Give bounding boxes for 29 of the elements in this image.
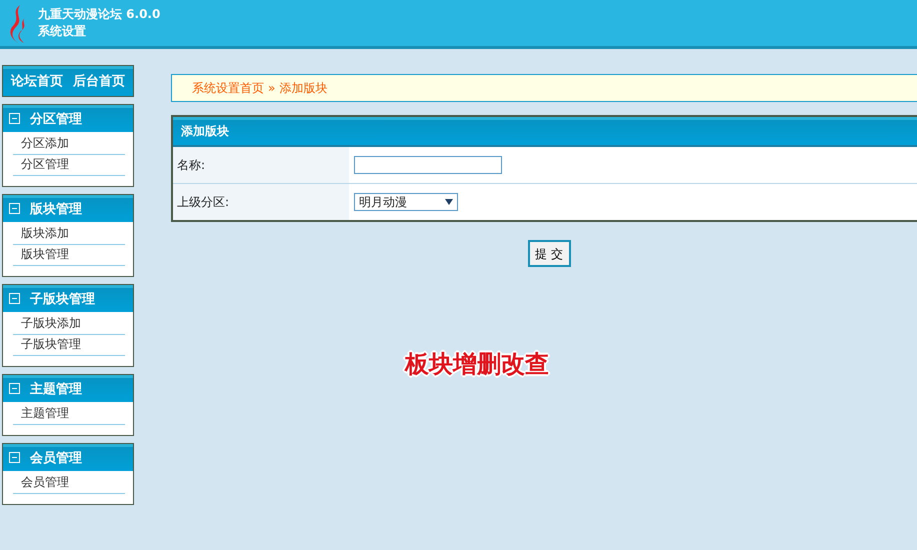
breadcrumb-separator: »	[268, 81, 276, 95]
field-label: 上级分区:	[177, 194, 230, 210]
menu-title: 主题管理	[30, 380, 82, 398]
caret-icon	[445, 199, 453, 205]
menu-item[interactable]: 版块管理	[13, 245, 125, 266]
menu-title: 会员管理	[30, 450, 82, 466]
collapse-icon[interactable]	[9, 452, 20, 463]
collapse-icon[interactable]	[9, 383, 20, 394]
menu-item[interactable]: 子版块管理	[13, 335, 125, 356]
menu-item[interactable]: 分区管理	[13, 155, 125, 176]
collapse-icon[interactable]	[9, 113, 20, 124]
submit-button[interactable]: 提 交	[528, 240, 570, 267]
form-title: 添加版块	[181, 122, 229, 140]
menu-item[interactable]: 会员管理	[13, 473, 125, 494]
menu-item[interactable]: 子版块添加	[13, 314, 125, 335]
menu-item[interactable]: 分区添加	[13, 134, 125, 155]
menu-item[interactable]: 主题管理	[13, 404, 125, 425]
menu-title: 分区管理	[30, 110, 82, 128]
menu-item[interactable]: 版块添加	[13, 224, 125, 245]
caption-text: 板块增删改查	[405, 349, 549, 380]
page-subtitle: 系统设置	[38, 23, 87, 40]
menu-title: 版块管理	[30, 200, 82, 218]
menu-title: 子版块管理	[30, 290, 95, 308]
name-input[interactable]	[354, 156, 502, 174]
field-label: 名称:	[177, 156, 206, 174]
parent-select[interactable]: 明月动漫	[354, 193, 458, 211]
collapse-icon[interactable]	[9, 293, 20, 304]
collapse-icon[interactable]	[9, 203, 20, 214]
app-title: 九重天动漫论坛 6.0.0	[38, 6, 160, 23]
